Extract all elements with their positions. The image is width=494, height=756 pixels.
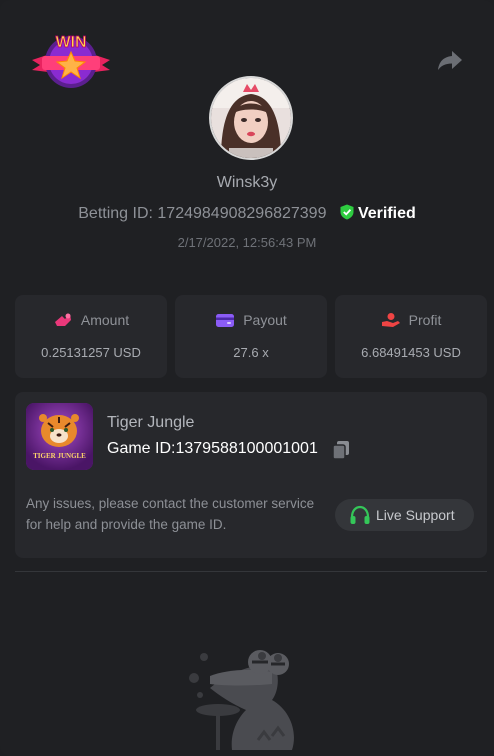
game-thumbnail[interactable]: TIGER JUNGLE bbox=[26, 403, 93, 470]
game-thumbnail-title: TIGER JUNGLE bbox=[33, 452, 86, 460]
game-id-label: Game ID: bbox=[107, 440, 176, 457]
amount-card: Amount 0.25131257 USD bbox=[15, 295, 167, 378]
betting-id-label: Betting ID: bbox=[78, 205, 153, 222]
amount-value: 0.25131257 USD bbox=[41, 345, 141, 360]
avatar bbox=[209, 76, 293, 160]
game-card: TIGER JUNGLE Tiger Jungle Game ID:137958… bbox=[15, 392, 487, 558]
profit-card: Profit 6.68491453 USD bbox=[335, 295, 487, 378]
bet-datetime: 2/17/2022, 12:56:43 PM bbox=[177, 235, 317, 250]
amount-icon bbox=[54, 313, 71, 326]
game-id-value: 1379588100001001 bbox=[175, 440, 318, 457]
verified-shield-icon bbox=[340, 204, 354, 220]
payout-card: Payout 27.6 x bbox=[175, 295, 327, 378]
live-support-button[interactable]: Live Support bbox=[335, 499, 474, 531]
payout-card-icon bbox=[216, 314, 235, 327]
betting-id-line: Betting ID: 1724984908296827399 Verified bbox=[0, 204, 494, 223]
username: Winsk3y bbox=[216, 174, 278, 191]
share-icon[interactable] bbox=[436, 48, 464, 72]
copy-icon[interactable] bbox=[332, 440, 350, 460]
payout-value: 27.6 x bbox=[233, 345, 269, 360]
bet-detail-panel: WIN Winsk3y Betting ID: 1724984908296827… bbox=[0, 0, 494, 756]
game-name: Tiger Jungle bbox=[107, 414, 195, 431]
win-badge-text: WIN bbox=[55, 34, 86, 51]
support-note: Any issues, please contact the customer … bbox=[26, 496, 315, 532]
payout-label: Payout bbox=[243, 312, 287, 328]
amount-label: Amount bbox=[80, 312, 130, 328]
betting-id-value: 1724984908296827399 bbox=[157, 205, 327, 222]
crocodile-mascot bbox=[180, 640, 310, 750]
game-id-line: Game ID:1379588100001001 bbox=[107, 440, 318, 458]
profit-hand-icon bbox=[381, 313, 400, 327]
headset-icon bbox=[350, 505, 370, 524]
verified-label: Verified bbox=[357, 205, 416, 222]
win-badge-icon: WIN bbox=[30, 30, 112, 90]
profit-value: 6.68491453 USD bbox=[361, 345, 461, 360]
live-support-label: Live Support bbox=[376, 507, 455, 523]
profit-label: Profit bbox=[408, 312, 442, 328]
divider bbox=[15, 571, 487, 572]
